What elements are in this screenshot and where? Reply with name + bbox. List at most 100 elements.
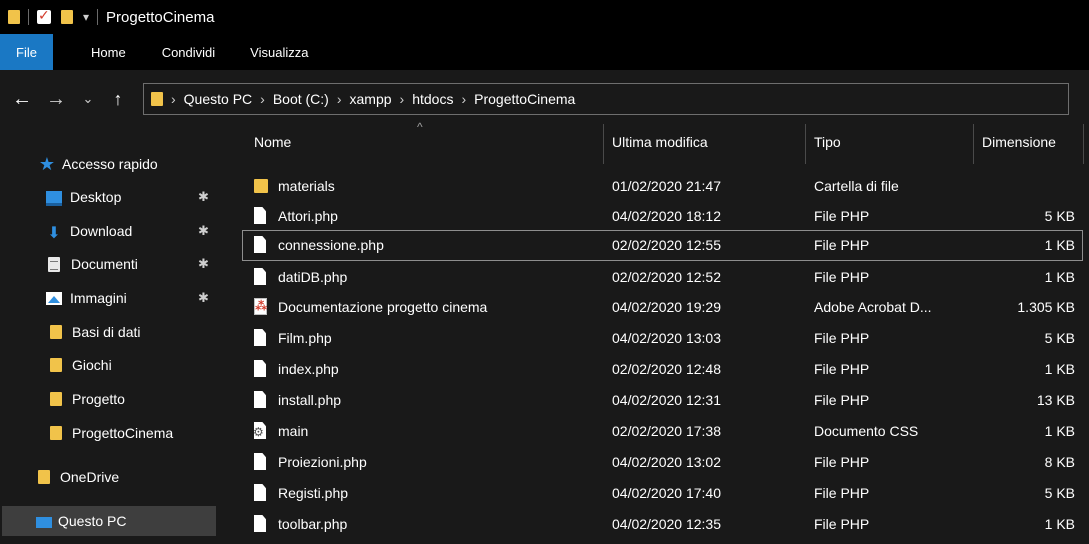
address-bar[interactable]: › Questo PC › Boot (C:) › xampp › htdocs… bbox=[143, 83, 1069, 115]
sidebar-item-progetto[interactable]: Progetto bbox=[0, 384, 218, 414]
file-modified: 04/02/2020 17:40 bbox=[612, 485, 721, 501]
back-arrow-icon[interactable]: ← bbox=[9, 88, 35, 111]
sidebar-item-label: Documenti bbox=[71, 256, 138, 272]
sidebar-item-label: Download bbox=[70, 223, 133, 239]
file-type: File PHP bbox=[814, 237, 870, 253]
sidebar-item-quick-access[interactable]: ★ Accesso rapido bbox=[0, 149, 218, 179]
up-arrow-icon[interactable]: ↑ bbox=[105, 89, 131, 110]
file-name: Proiezioni.php bbox=[278, 454, 367, 470]
pin-icon[interactable]: ✱ bbox=[198, 189, 209, 205]
file-icon bbox=[254, 515, 266, 532]
table-row[interactable]: Attori.php 04/02/2020 18:12 File PHP 5 K… bbox=[218, 201, 1089, 232]
column-header-row: ^ Nome Ultima modifica Tipo Dimensione bbox=[218, 120, 1089, 166]
column-header-type[interactable]: Tipo bbox=[814, 134, 841, 150]
file-size: 1.305 KB bbox=[1017, 299, 1075, 315]
file-type: Cartella di file bbox=[814, 178, 899, 194]
navigation-pane: ★ Accesso rapido Desktop ✱ ⬇ Download ✱ … bbox=[0, 120, 218, 544]
folder-icon[interactable] bbox=[8, 10, 20, 24]
file-size: 1 KB bbox=[1044, 423, 1075, 439]
sidebar-item-label: Desktop bbox=[70, 189, 122, 205]
folder-icon bbox=[50, 325, 62, 339]
customize-toolbar-icon[interactable]: ▾ bbox=[83, 10, 89, 24]
file-name: materials bbox=[278, 178, 335, 194]
breadcrumb-separator[interactable]: › bbox=[400, 91, 405, 107]
file-type: File PHP bbox=[814, 330, 870, 346]
column-header-size[interactable]: Dimensione bbox=[982, 134, 1056, 150]
sidebar-item-progettocinema[interactable]: ProgettoCinema bbox=[0, 418, 218, 448]
table-row[interactable]: index.php 02/02/2020 12:48 File PHP 1 KB bbox=[218, 354, 1089, 385]
folder-icon bbox=[254, 179, 268, 193]
file-name: datiDB.php bbox=[278, 269, 348, 285]
breadcrumb-separator[interactable]: › bbox=[171, 91, 176, 107]
file-modified: 04/02/2020 19:29 bbox=[612, 299, 721, 315]
column-divider[interactable] bbox=[1083, 124, 1084, 164]
tab-file[interactable]: File bbox=[0, 34, 53, 70]
sidebar-item-pictures[interactable]: Immagini ✱ bbox=[0, 283, 218, 313]
documents-icon bbox=[48, 256, 60, 272]
download-icon: ⬇ bbox=[47, 225, 61, 242]
breadcrumb-separator[interactable]: › bbox=[337, 91, 342, 107]
file-modified: 02/02/2020 17:38 bbox=[612, 423, 721, 439]
pin-icon[interactable]: ✱ bbox=[198, 290, 209, 306]
tab-home[interactable]: Home bbox=[91, 34, 126, 70]
file-icon bbox=[254, 329, 266, 346]
column-header-modified[interactable]: Ultima modifica bbox=[612, 134, 708, 150]
file-size: 8 KB bbox=[1044, 454, 1075, 470]
tab-view[interactable]: Visualizza bbox=[250, 34, 308, 70]
file-type: File PHP bbox=[814, 361, 870, 377]
breadcrumb-xampp[interactable]: xampp bbox=[350, 91, 392, 107]
file-icon bbox=[254, 236, 266, 253]
table-row[interactable]: toolbar.php 04/02/2020 12:35 File PHP 1 … bbox=[218, 509, 1089, 540]
properties-icon[interactable] bbox=[37, 7, 51, 24]
table-row[interactable]: Film.php 04/02/2020 13:03 File PHP 5 KB bbox=[218, 323, 1089, 354]
desktop-icon bbox=[46, 190, 62, 206]
table-row[interactable]: materials 01/02/2020 21:47 Cartella di f… bbox=[218, 171, 1089, 202]
tab-share[interactable]: Condividi bbox=[162, 34, 215, 70]
pc-icon bbox=[36, 517, 52, 528]
folder-icon bbox=[50, 426, 62, 440]
file-name: Registi.php bbox=[278, 485, 349, 501]
column-divider[interactable] bbox=[805, 124, 806, 164]
sidebar-item-download[interactable]: ⬇ Download ✱ bbox=[0, 216, 218, 246]
file-icon bbox=[254, 268, 266, 285]
breadcrumb-htdocs[interactable]: htdocs bbox=[412, 91, 453, 107]
sidebar-item-desktop[interactable]: Desktop ✱ bbox=[0, 182, 218, 212]
table-row[interactable]: Registi.php 04/02/2020 17:40 File PHP 5 … bbox=[218, 478, 1089, 509]
table-row[interactable]: Documentazione progetto cinema 04/02/202… bbox=[218, 292, 1089, 323]
table-row[interactable]: main 02/02/2020 17:38 Documento CSS 1 KB bbox=[218, 416, 1089, 447]
column-divider[interactable] bbox=[973, 124, 974, 164]
breadcrumb-this-pc[interactable]: Questo PC bbox=[184, 91, 252, 107]
file-icon bbox=[254, 360, 266, 377]
quick-access-toolbar: ▾ bbox=[0, 0, 106, 34]
sidebar-item-label: Immagini bbox=[70, 290, 127, 306]
table-row[interactable]: Proiezioni.php 04/02/2020 13:02 File PHP… bbox=[218, 447, 1089, 478]
sidebar-item-giochi[interactable]: Giochi bbox=[0, 350, 218, 380]
breadcrumb-separator[interactable]: › bbox=[260, 91, 265, 107]
breadcrumb-boot-drive[interactable]: Boot (C:) bbox=[273, 91, 329, 107]
column-divider[interactable] bbox=[603, 124, 604, 164]
file-size: 5 KB bbox=[1044, 330, 1075, 346]
forward-arrow-icon[interactable]: → bbox=[43, 88, 69, 111]
navigation-bar: ← → ⌄ ↑ › Questo PC › Boot (C:) › xampp … bbox=[0, 80, 1089, 118]
recent-locations-chevron-icon[interactable]: ⌄ bbox=[75, 91, 101, 107]
sort-ascending-icon: ^ bbox=[417, 120, 423, 134]
pin-icon[interactable]: ✱ bbox=[198, 223, 209, 239]
sidebar-item-basi-di-dati[interactable]: Basi di dati bbox=[0, 317, 218, 347]
file-modified: 01/02/2020 21:47 bbox=[612, 178, 721, 194]
separator bbox=[97, 9, 99, 25]
breadcrumb-separator[interactable]: › bbox=[461, 91, 466, 107]
table-row[interactable]: datiDB.php 02/02/2020 12:52 File PHP 1 K… bbox=[218, 262, 1089, 293]
sidebar-item-onedrive[interactable]: OneDrive bbox=[0, 462, 218, 492]
new-folder-icon[interactable] bbox=[61, 10, 73, 24]
title-bar: ▾ ProgettoCinema bbox=[0, 0, 1089, 34]
sidebar-item-this-pc[interactable]: Questo PC bbox=[2, 506, 216, 536]
column-header-name[interactable]: Nome bbox=[254, 134, 291, 150]
table-row[interactable]: install.php 04/02/2020 12:31 File PHP 13… bbox=[218, 385, 1089, 416]
table-row-selected[interactable]: connessione.php 02/02/2020 12:55 File PH… bbox=[242, 230, 1083, 261]
pictures-icon bbox=[46, 291, 62, 305]
sidebar-item-label: Accesso rapido bbox=[62, 156, 158, 172]
pin-icon[interactable]: ✱ bbox=[198, 256, 209, 272]
file-name: Film.php bbox=[278, 330, 332, 346]
breadcrumb-progettocinema[interactable]: ProgettoCinema bbox=[474, 91, 575, 107]
sidebar-item-documents[interactable]: Documenti ✱ bbox=[0, 249, 218, 279]
